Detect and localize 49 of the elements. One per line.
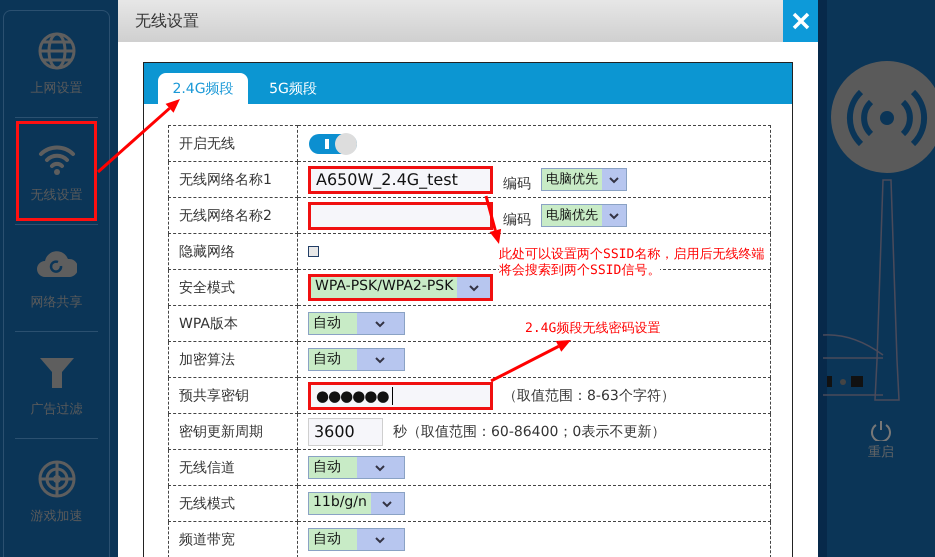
- dropdown[interactable]: 电脑优先: [541, 204, 627, 227]
- field-label: 频道带宽: [168, 522, 298, 557]
- field-label: 编码: [503, 210, 531, 228]
- field-label: 无线网络名称1: [168, 162, 298, 198]
- field-label: 隐藏网络: [168, 234, 298, 270]
- power-icon: [870, 419, 892, 441]
- chevron-down-icon: [374, 354, 386, 364]
- chevron-down-icon: [374, 318, 386, 328]
- toggle-drawing: [308, 132, 360, 156]
- input-field[interactable]: 3600: [308, 418, 383, 446]
- dropdown[interactable]: WPA-PSK/WPA2-PSK: [308, 274, 493, 301]
- dropdown[interactable]: 自动: [308, 456, 405, 479]
- annotation-text: 此处可以设置两个SSID名称，启用后无线终端: [499, 247, 764, 262]
- hint-text: 秒（取值范围：60-86400；0表示不更新）: [393, 422, 666, 440]
- field-label: 预共享密钥: [168, 378, 298, 414]
- dropdown[interactable]: 11b/g/n: [308, 492, 405, 515]
- annotation-text: 2.4G频段无线密码设置: [525, 321, 660, 336]
- globe-icon: [36, 31, 76, 71]
- input-field[interactable]: [308, 202, 493, 230]
- field-label: WPA版本: [168, 306, 298, 342]
- field-label: 无线模式: [168, 486, 298, 522]
- password-field[interactable]: ●●●●●●: [308, 382, 493, 410]
- chevron-down-icon: [608, 210, 620, 220]
- hint-text: （取值范围：8-63个字符）: [503, 386, 675, 404]
- chevron-down-icon: [374, 534, 386, 544]
- dialog-title: 无线设置: [134, 10, 200, 32]
- chevron-down-icon: [608, 174, 620, 184]
- dropdown[interactable]: 电脑优先: [541, 168, 627, 191]
- field-label: 编码: [503, 174, 531, 192]
- target-icon: [36, 459, 76, 499]
- annotation-text: 将会搜索到两个SSID信号。: [499, 263, 660, 278]
- field-label: 安全模式: [168, 270, 298, 306]
- close-button[interactable]: [783, 0, 818, 42]
- input-field[interactable]: A650W_2.4G_test: [308, 166, 493, 194]
- field-label: 开启无线: [168, 126, 298, 162]
- field-label: 密钥更新周期: [168, 414, 298, 450]
- close-icon: [790, 11, 810, 31]
- arrow: [484, 196, 502, 244]
- checkbox[interactable]: [308, 246, 319, 257]
- chevron-down-icon: [374, 462, 386, 472]
- dropdown[interactable]: 自动: [308, 312, 405, 335]
- field-label: 无线网络名称2: [168, 198, 298, 234]
- dropdown[interactable]: 自动: [308, 348, 405, 371]
- dropdown[interactable]: 自动: [308, 528, 405, 551]
- toggle-switch[interactable]: [308, 132, 360, 156]
- field-label: 加密算法: [168, 342, 298, 378]
- chevron-down-icon: [468, 282, 480, 292]
- field-label: 无线信道: [168, 450, 298, 486]
- chevron-down-icon: [381, 498, 394, 508]
